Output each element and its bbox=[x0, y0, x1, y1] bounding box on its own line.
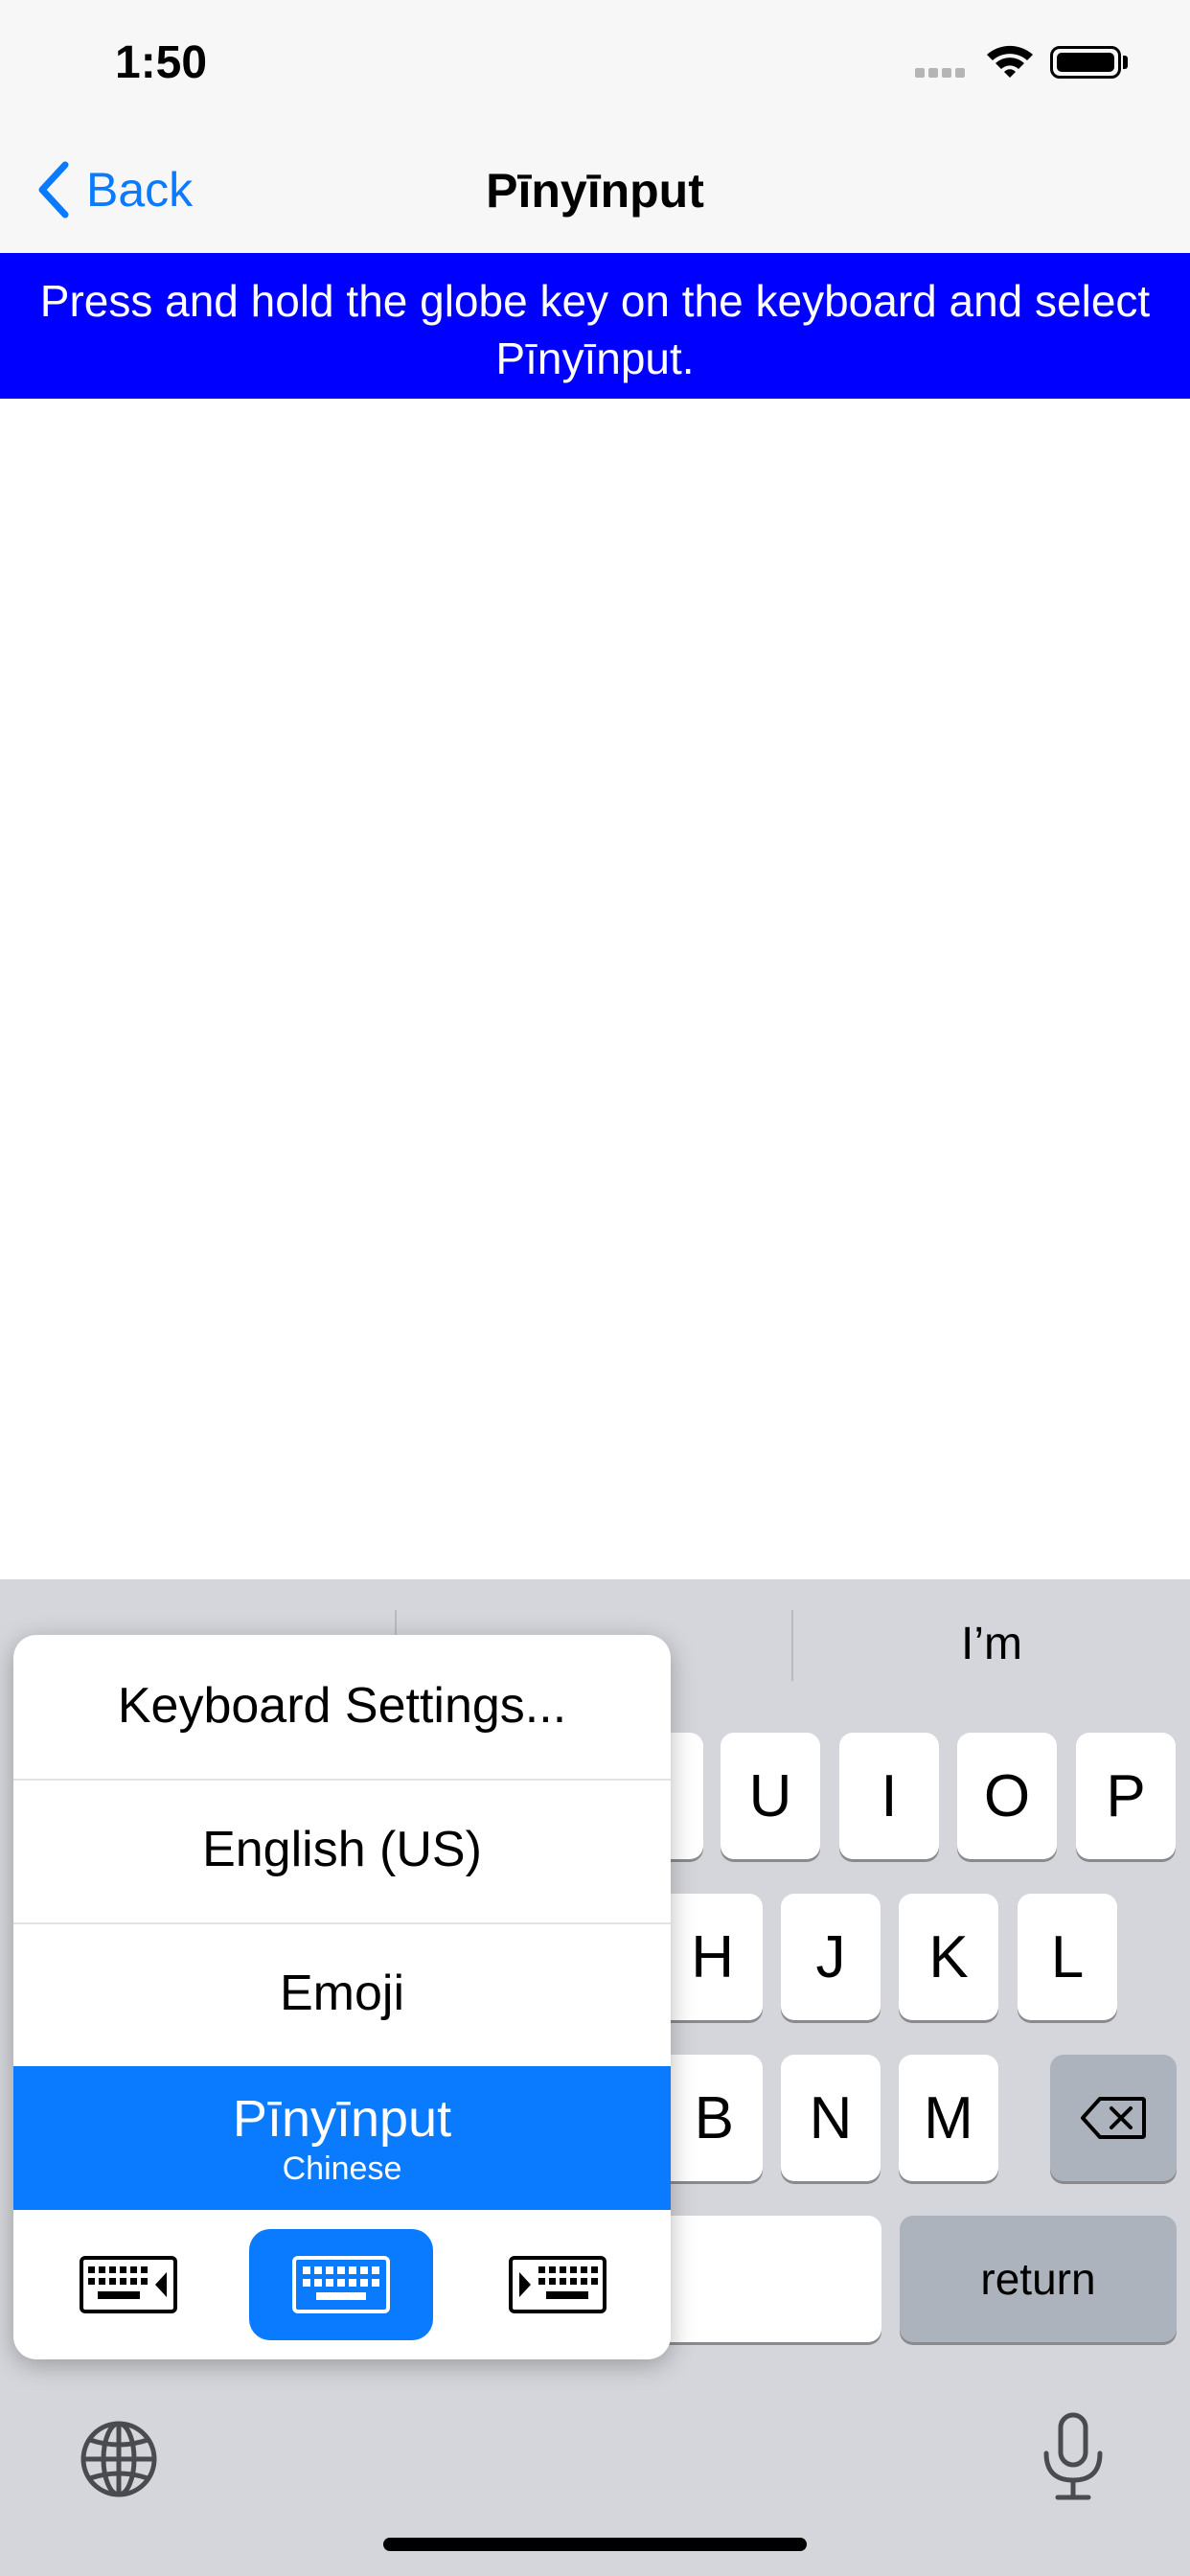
keyboard-switcher-menu: Keyboard Settings... English (US) Emoji … bbox=[13, 1635, 671, 2359]
key-j[interactable]: J bbox=[781, 1894, 881, 2020]
key-u[interactable]: U bbox=[721, 1733, 820, 1859]
keyboard-left-icon bbox=[80, 2256, 177, 2313]
keyboard-right-button[interactable] bbox=[500, 2229, 615, 2340]
key-k[interactable]: K bbox=[899, 1894, 998, 2020]
page-title: Pīnyīnput bbox=[486, 164, 704, 218]
cellular-signal-icon bbox=[915, 65, 969, 82]
menu-item-emoji[interactable]: Emoji bbox=[13, 1965, 671, 2022]
keyboard-icon bbox=[292, 2256, 390, 2313]
menu-divider bbox=[13, 1922, 671, 1924]
menu-item-keyboard-settings[interactable]: Keyboard Settings... bbox=[13, 1677, 671, 1735]
delete-icon bbox=[1081, 2097, 1146, 2139]
prediction-suggestion[interactable]: I’m bbox=[843, 1618, 1140, 1670]
menu-item-pinyinput[interactable]: Pīnyīnput Chinese bbox=[13, 2066, 671, 2210]
menu-item-english-us[interactable]: English (US) bbox=[13, 1821, 671, 1878]
battery-icon bbox=[1050, 46, 1121, 79]
space-key[interactable] bbox=[652, 2216, 881, 2342]
key-i[interactable]: I bbox=[839, 1733, 939, 1859]
delete-key[interactable] bbox=[1050, 2055, 1177, 2181]
home-indicator bbox=[383, 2538, 807, 2551]
wifi-icon bbox=[987, 45, 1033, 78]
microphone-icon[interactable] bbox=[1039, 2411, 1108, 2503]
text-input-area[interactable] bbox=[0, 399, 1190, 1579]
status-time: 1:50 bbox=[115, 37, 208, 88]
battery-tip bbox=[1123, 56, 1128, 69]
menu-item-title: Pīnyīnput bbox=[232, 2090, 452, 2148]
prediction-divider bbox=[791, 1610, 793, 1681]
menu-divider bbox=[13, 1779, 671, 1781]
key-o[interactable]: O bbox=[957, 1733, 1057, 1859]
key-m[interactable]: M bbox=[899, 2055, 998, 2181]
keyboard-right-icon bbox=[509, 2256, 606, 2313]
instruction-banner: Press and hold the globe key on the keyb… bbox=[0, 253, 1190, 399]
key-l[interactable]: L bbox=[1018, 1894, 1117, 2020]
keyboard-center-button[interactable] bbox=[249, 2229, 433, 2340]
keyboard-left-button[interactable] bbox=[71, 2229, 186, 2340]
return-key[interactable]: return bbox=[900, 2216, 1177, 2342]
key-p[interactable]: P bbox=[1076, 1733, 1176, 1859]
globe-icon[interactable] bbox=[79, 2419, 159, 2499]
menu-item-subtitle: Chinese bbox=[282, 2150, 402, 2187]
key-n[interactable]: N bbox=[781, 2055, 881, 2181]
